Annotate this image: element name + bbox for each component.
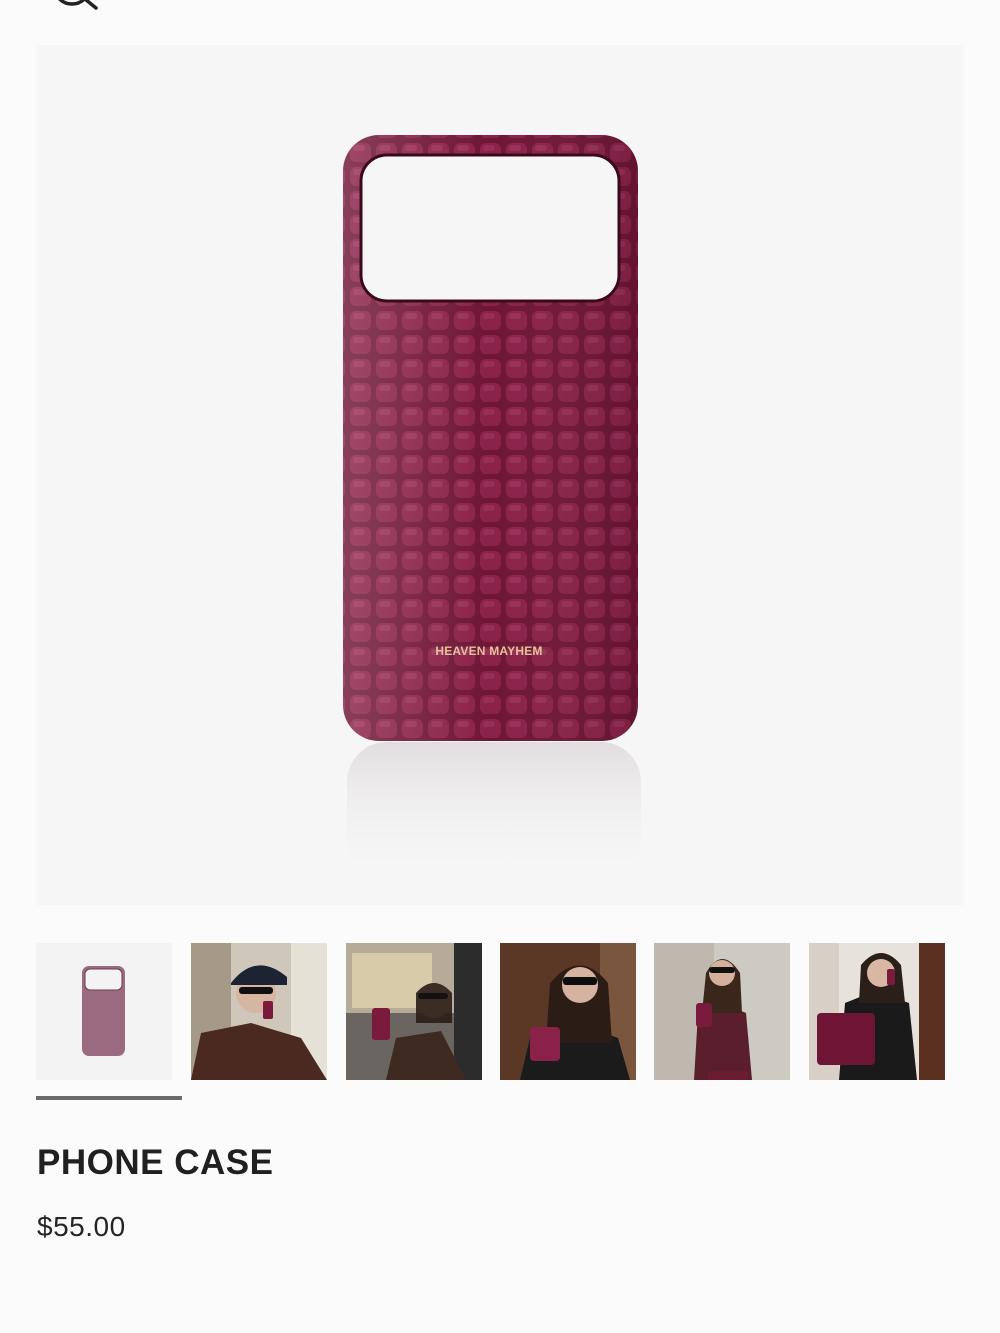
brand-imprint: HEAVEN MAYHEM <box>435 644 542 658</box>
thumbnail-5[interactable] <box>654 943 790 1080</box>
product-price: $55.00 <box>37 1211 126 1242</box>
thumbnail-4[interactable] <box>500 943 636 1080</box>
main-product-image[interactable]: HEAVEN MAYHEM <box>36 45 964 905</box>
thumbnail-1[interactable] <box>36 943 172 1080</box>
search-icon[interactable] <box>44 0 104 10</box>
thumbnail-strip <box>36 943 964 1081</box>
product-title: PHONE CASE <box>37 1143 274 1182</box>
thumbnail-6[interactable] <box>809 943 945 1080</box>
active-thumbnail-indicator <box>36 1096 182 1100</box>
thumbnail-2[interactable] <box>191 943 327 1080</box>
camera-cutout <box>359 153 621 303</box>
thumbnail-3[interactable] <box>346 943 482 1080</box>
